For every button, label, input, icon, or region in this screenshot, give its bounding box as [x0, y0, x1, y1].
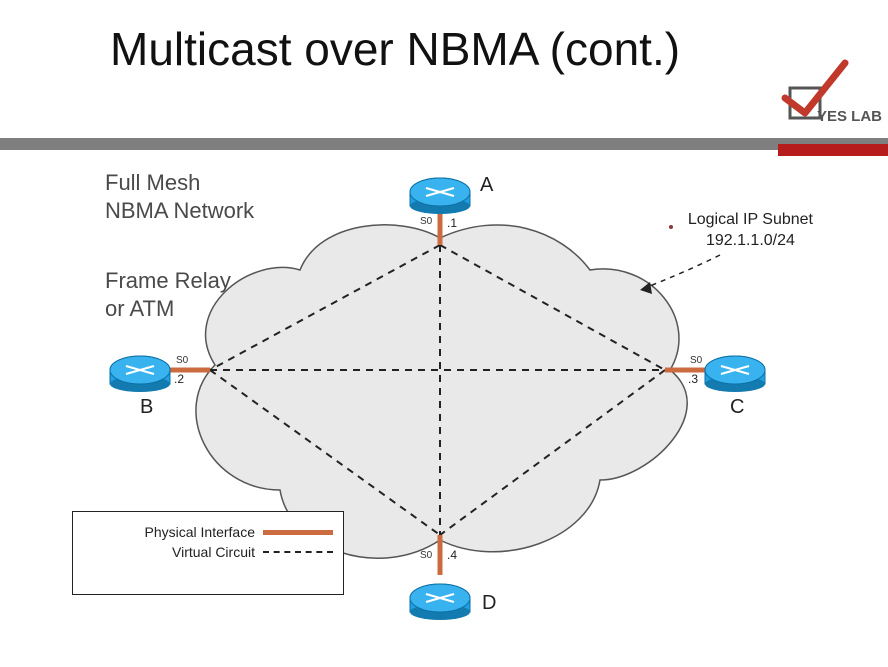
legend-virtual-swatch: [263, 551, 333, 553]
divider-red: [778, 144, 888, 156]
router-A-iface: .1: [447, 216, 457, 230]
router-B-s0: S0: [176, 355, 188, 366]
divider-grey: [0, 138, 888, 150]
router-D-label: D: [482, 592, 496, 615]
router-D: [410, 584, 470, 620]
legend-virtual-label: Virtual Circuit: [83, 544, 263, 560]
legend-virtual: Virtual Circuit: [83, 544, 333, 560]
router-B-label: B: [140, 396, 153, 419]
router-D-s0: S0: [420, 550, 432, 561]
legend-physical: Physical Interface: [83, 524, 333, 540]
nbma-cloud: [196, 225, 687, 558]
router-A-label: A: [480, 174, 493, 197]
slide: Multicast over NBMA (cont.) YES LAB Full…: [0, 0, 888, 667]
router-D-iface: .4: [447, 548, 457, 562]
router-C-label: C: [730, 396, 744, 419]
diagram-canvas: Full Mesh NBMA Network Frame Relay or AT…: [0, 160, 888, 667]
router-A-s0: S0: [420, 216, 432, 227]
legend-box: Physical Interface Virtual Circuit: [72, 511, 344, 595]
router-C-s0: S0: [690, 355, 702, 366]
router-A: [410, 178, 470, 214]
brand-text: YES LAB: [817, 108, 882, 125]
legend-physical-label: Physical Interface: [83, 524, 263, 540]
router-B: [110, 356, 170, 392]
page-title: Multicast over NBMA (cont.): [110, 22, 680, 76]
legend-physical-swatch: [263, 530, 333, 535]
router-C: [705, 356, 765, 392]
router-B-iface: .2: [174, 372, 184, 386]
router-C-iface: .3: [688, 372, 698, 386]
